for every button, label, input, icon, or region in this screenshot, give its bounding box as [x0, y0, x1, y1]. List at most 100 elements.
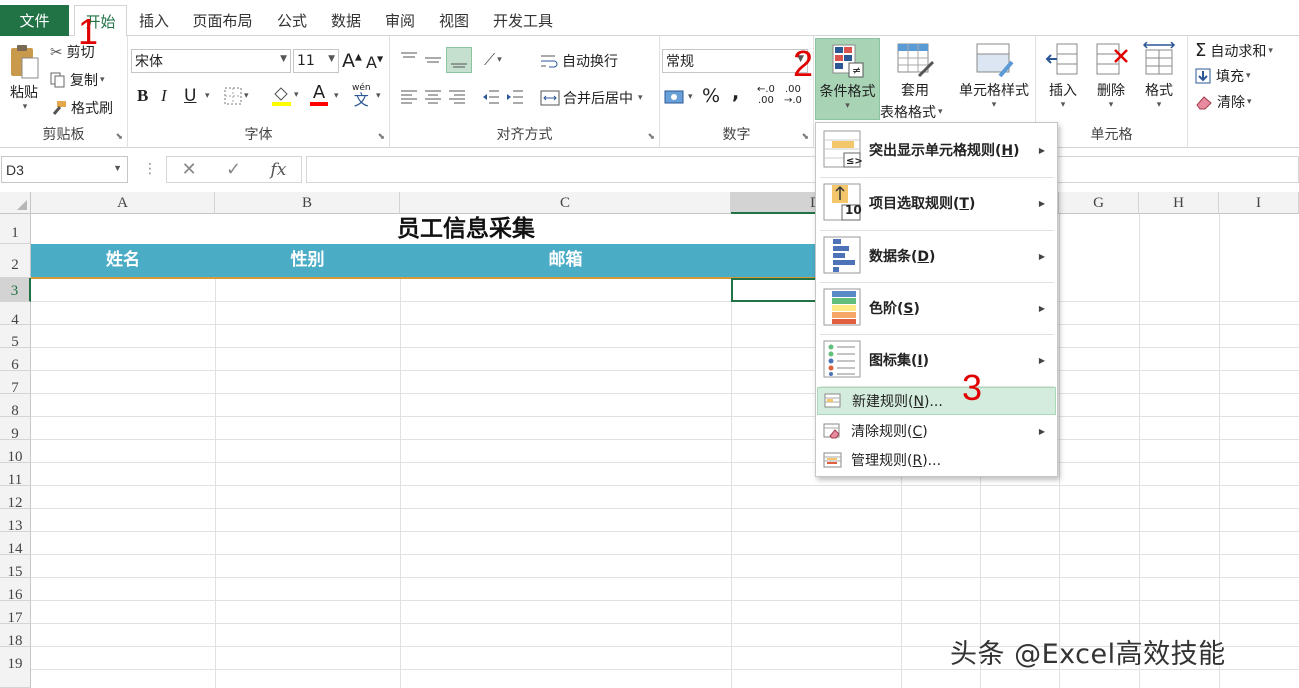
cell-styles-button[interactable]: 单元格样式 ▾: [954, 42, 1034, 110]
grow-font-button[interactable]: A▲: [342, 50, 362, 72]
wrap-text-button[interactable]: 自动换行: [540, 51, 618, 71]
confirm-icon[interactable]: ✓: [226, 159, 241, 180]
merge-center-button[interactable]: 合并后居中 ▾: [540, 88, 643, 108]
insert-cells-button[interactable]: 插入 ▾: [1042, 42, 1084, 110]
accounting-format-button[interactable]: ▾: [664, 88, 693, 106]
paste-button[interactable]: 粘贴 ▾: [5, 42, 43, 122]
format-cells-button[interactable]: 格式 ▾: [1138, 42, 1180, 110]
fill-color-button[interactable]: ▾: [270, 84, 299, 106]
name-box[interactable]: D3 ▼: [1, 156, 128, 183]
column-header-g[interactable]: G: [1059, 192, 1139, 214]
underline-dropdown[interactable]: ▾: [203, 91, 210, 101]
row-header-7[interactable]: 7: [0, 371, 31, 396]
menu-data-bars[interactable]: 数据条(D) ▶: [817, 231, 1056, 281]
clipboard-launcher-icon[interactable]: ⬊: [115, 132, 123, 142]
row-header-5[interactable]: 5: [0, 325, 31, 350]
column-header-b[interactable]: B: [215, 192, 400, 214]
align-bottom-button[interactable]: [446, 47, 472, 73]
row-header-10[interactable]: 10: [0, 440, 31, 465]
orientation-button[interactable]: ⟋ ▾: [484, 50, 502, 70]
row-header-4[interactable]: 4: [0, 302, 31, 328]
number-launcher-icon[interactable]: ⬊: [801, 132, 809, 142]
menu-manage-rules[interactable]: 管理规则(R)...: [817, 446, 1056, 474]
underline-button[interactable]: U: [184, 86, 196, 106]
row-header-11[interactable]: 11: [0, 463, 31, 488]
font-color-button[interactable]: A: [310, 84, 328, 106]
font-launcher-icon[interactable]: ⬊: [377, 132, 385, 142]
format-as-table-label-2-wrap[interactable]: 表格格式 ▾: [880, 102, 943, 122]
row-header-18[interactable]: 18: [0, 624, 31, 649]
autosum-button[interactable]: Σ 自动求和 ▾: [1195, 40, 1273, 61]
phonetic-dropdown[interactable]: ▾: [374, 91, 381, 101]
header-gender[interactable]: 性别: [215, 244, 400, 277]
menu-top-bottom-rules[interactable]: 10 项目选取规则(T) ▶: [817, 178, 1056, 228]
row-header-15[interactable]: 15: [0, 555, 31, 580]
row-header-14[interactable]: 14: [0, 532, 31, 557]
column-header-a[interactable]: A: [31, 192, 215, 214]
copy-button[interactable]: 复制 ▾: [50, 70, 105, 90]
number-format-select[interactable]: 常规 ▼: [662, 49, 808, 73]
align-center-button[interactable]: [424, 88, 442, 106]
clear-button[interactable]: 清除 ▾: [1195, 92, 1252, 112]
increase-decimal-button[interactable]: ←.0 .00: [757, 84, 775, 106]
row-header-2[interactable]: 2: [0, 244, 31, 278]
format-painter-button[interactable]: 格式刷: [50, 98, 113, 118]
font-color-dropdown[interactable]: ▾: [332, 91, 339, 101]
tab-review[interactable]: 审阅: [376, 5, 424, 36]
header-email[interactable]: 邮箱: [400, 244, 731, 277]
phonetic-button[interactable]: wén 文: [352, 82, 371, 108]
conditional-format-button[interactable]: ≠ 条件格式 ▾: [815, 38, 880, 120]
row-header-16[interactable]: 16: [0, 578, 31, 603]
align-middle-button[interactable]: [424, 50, 442, 68]
header-name[interactable]: 姓名: [31, 244, 215, 277]
select-all-button[interactable]: [0, 192, 31, 214]
row-header-17[interactable]: 17: [0, 601, 31, 626]
shrink-font-button[interactable]: A▼: [366, 53, 383, 72]
increase-indent-button[interactable]: [506, 88, 524, 106]
comma-button[interactable]: ,: [732, 82, 739, 104]
cancel-icon[interactable]: ✕: [182, 159, 197, 180]
column-header-c[interactable]: C: [400, 192, 731, 214]
formula-input[interactable]: [306, 156, 1299, 183]
align-top-button[interactable]: [400, 50, 418, 68]
row-header-12[interactable]: 12: [0, 486, 31, 511]
menu-color-scales[interactable]: 色阶(S) ▶: [817, 283, 1056, 333]
decrease-indent-button[interactable]: [482, 88, 500, 106]
border-button[interactable]: ▾: [224, 87, 249, 105]
delete-cells-button[interactable]: 删除 ▾: [1090, 42, 1132, 110]
tab-insert[interactable]: 插入: [130, 5, 178, 36]
row-header-19[interactable]: 19: [0, 647, 31, 688]
tab-data[interactable]: 数据: [322, 5, 370, 36]
font-size-select[interactable]: 11 ▼: [293, 49, 339, 73]
menu-highlight-cells-rules[interactable]: ≤> 突出显示单元格规则(H) ▶: [817, 125, 1056, 175]
row-header-13[interactable]: 13: [0, 509, 31, 534]
align-right-button[interactable]: [448, 88, 466, 106]
tab-developer[interactable]: 开发工具: [484, 5, 562, 36]
bold-button[interactable]: B: [137, 86, 148, 106]
tab-file[interactable]: 文件: [0, 5, 69, 36]
tab-page-layout[interactable]: 页面布局: [185, 5, 260, 36]
column-header-i[interactable]: I: [1219, 192, 1299, 214]
tab-view[interactable]: 视图: [430, 5, 478, 36]
fill-button[interactable]: 填充 ▾: [1195, 66, 1251, 86]
row-header-3[interactable]: 3: [0, 278, 31, 302]
formula-bar-grip-icon[interactable]: ⋮: [143, 161, 157, 177]
column-header-h[interactable]: H: [1139, 192, 1219, 214]
sheet-title[interactable]: 员工信息采集: [31, 214, 901, 244]
row-header-6[interactable]: 6: [0, 348, 31, 373]
font-name-select[interactable]: 宋体 ▼: [131, 49, 291, 73]
tab-formulas[interactable]: 公式: [268, 5, 316, 36]
menu-new-rule[interactable]: 新建规则(N)...: [817, 387, 1056, 415]
align-left-button[interactable]: [400, 88, 418, 106]
italic-button[interactable]: I: [161, 86, 167, 106]
row-header-8[interactable]: 8: [0, 394, 31, 419]
alignment-launcher-icon[interactable]: ⬊: [647, 132, 655, 142]
row-header-9[interactable]: 9: [0, 417, 31, 442]
percent-button[interactable]: %: [702, 85, 720, 107]
menu-clear-rules[interactable]: 清除规则(C) ▶: [817, 417, 1056, 445]
format-as-table-button[interactable]: 套用: [880, 42, 950, 100]
decrease-decimal-button[interactable]: .00 →.0: [784, 84, 802, 106]
menu-icon-sets[interactable]: 图标集(I) ▶: [817, 335, 1056, 385]
row-header-1[interactable]: 1: [0, 214, 31, 244]
insert-function-icon[interactable]: fx: [270, 160, 286, 180]
